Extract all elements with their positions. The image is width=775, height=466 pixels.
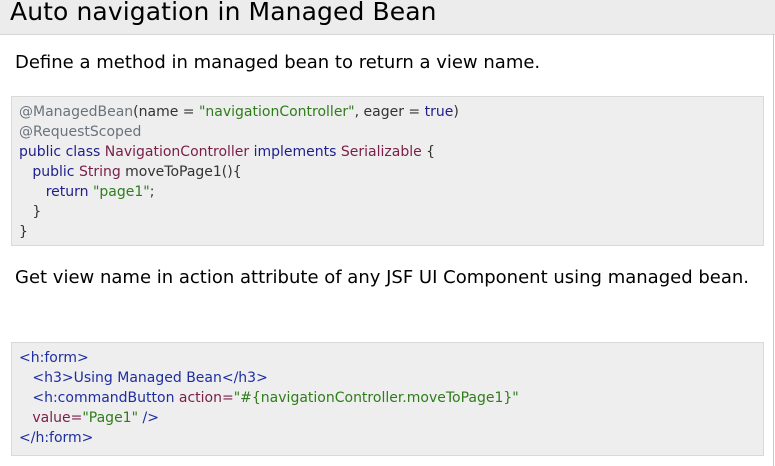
- code-token: <h:commandButton: [32, 390, 179, 406]
- code-token: true: [424, 104, 454, 120]
- page-title: Auto navigation in Managed Bean: [10, 0, 437, 26]
- code-token: NavigationController: [104, 144, 254, 160]
- code-token: "Page1": [82, 410, 139, 426]
- code-line: <h3>Using Managed Bean</h3>: [19, 368, 763, 388]
- code-token: <h3>Using Managed Bean</h3>: [32, 370, 268, 386]
- code-token: public class: [19, 144, 105, 160]
- second-paragraph: Get view name in action attribute of any…: [15, 267, 750, 288]
- section-heading-bar: Auto navigation in Managed Bean: [0, 0, 775, 35]
- code-token: "#{navigationController.moveToPage1}": [233, 390, 519, 406]
- code-line: }: [19, 204, 42, 220]
- code-token: />: [138, 410, 159, 426]
- java-code-block: @ManagedBean(name = "navigationControlle…: [11, 96, 764, 246]
- code-line: public String moveToPage1(){: [19, 162, 763, 182]
- code-token: (name =: [133, 104, 199, 120]
- code-token: public: [32, 164, 79, 180]
- code-token: return: [45, 184, 93, 200]
- code-token: , eager =: [354, 104, 425, 120]
- code-token: "page1": [92, 184, 150, 200]
- xhtml-code-block: <h:form> <h3>Using Managed Bean</h3> <h:…: [11, 342, 764, 456]
- intro-paragraph: Define a method in managed bean to retur…: [15, 52, 541, 73]
- code-token: {: [426, 144, 436, 160]
- code-line: return "page1";: [19, 182, 763, 202]
- code-line: <h:form>: [19, 350, 89, 366]
- code-token: Serializable: [340, 144, 427, 160]
- code-line: }: [19, 224, 28, 240]
- code-token: action=: [178, 390, 234, 406]
- code-token: ): [453, 104, 459, 120]
- code-line: @RequestScoped: [19, 122, 763, 142]
- code-line: </h:form>: [19, 430, 94, 446]
- code-token: moveToPage1(){: [125, 164, 242, 180]
- code-token: @RequestScoped: [19, 124, 142, 140]
- code-token: implements: [253, 144, 341, 160]
- code-line: @ManagedBean(name = "navigationControlle…: [19, 102, 763, 122]
- code-token: value=: [32, 410, 83, 426]
- code-line: <h:commandButton action="#{navigationCon…: [19, 388, 763, 408]
- code-token: "navigationController": [198, 104, 355, 120]
- code-token: String: [78, 164, 126, 180]
- code-token: @ManagedBean: [19, 104, 134, 120]
- code-line: public class NavigationController implem…: [19, 142, 763, 162]
- code-line: value="Page1" />: [19, 408, 763, 428]
- code-token: ;: [149, 184, 155, 200]
